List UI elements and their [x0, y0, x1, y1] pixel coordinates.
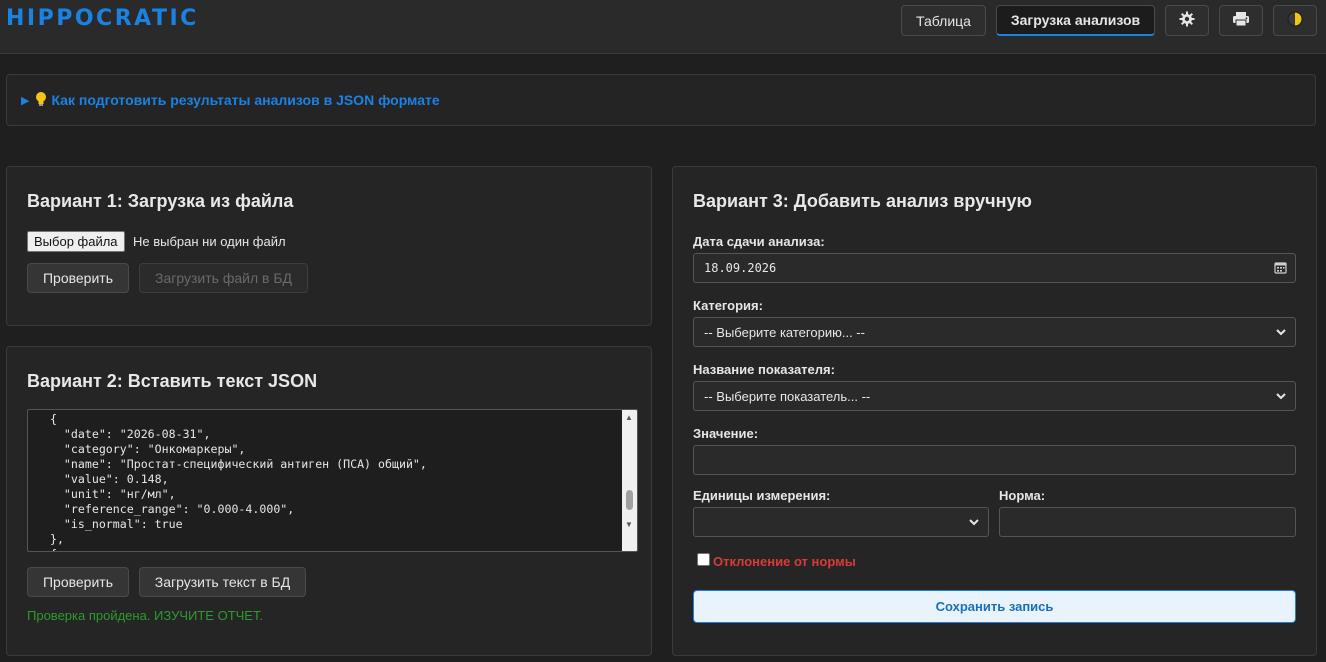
deviation-label[interactable]: Отклонение от нормы	[713, 554, 856, 569]
lightbulb-icon	[35, 91, 47, 110]
unit-label: Единицы измерения:	[693, 488, 831, 503]
scroll-thumb[interactable]	[626, 490, 633, 510]
norm-label: Норма:	[999, 488, 1046, 503]
unit-select[interactable]	[693, 507, 989, 537]
settings-button[interactable]	[1165, 5, 1209, 36]
file-status: Не выбран ни один файл	[133, 234, 286, 249]
chevron-down-icon	[1275, 390, 1287, 405]
chevron-down-icon	[968, 516, 980, 531]
tab-upload-analyses[interactable]: Загрузка анализов	[996, 5, 1155, 36]
json-text: { "date": "2026-08-31", "category": "Онк…	[49, 412, 427, 551]
indicator-label: Название показателя:	[693, 362, 835, 377]
app-logo: HIPPOCRATIC	[6, 6, 199, 31]
calendar-icon[interactable]	[1274, 261, 1287, 277]
check-file-button[interactable]: Проверить	[27, 263, 129, 293]
tab-table[interactable]: Таблица	[901, 5, 986, 36]
indicator-selected-value: -- Выберите показатель... --	[704, 388, 871, 404]
deviation-checkbox[interactable]	[697, 553, 710, 566]
json-textarea[interactable]: { "date": "2026-08-31", "category": "Онк…	[27, 409, 638, 552]
upload-json-button[interactable]: Загрузить текст в БД	[139, 567, 306, 597]
category-selected-value: -- Выберите категорию... --	[704, 324, 865, 340]
printer-icon	[1232, 11, 1250, 30]
validation-status: Проверка пройдена. ИЗУЧИТЕ ОТЧЕТ.	[27, 608, 264, 623]
json-format-hint-toggle[interactable]: ▶ Как подготовить результаты анализов в …	[6, 74, 1316, 126]
chevron-down-icon	[1275, 326, 1287, 341]
category-select[interactable]: -- Выберите категорию... --	[693, 317, 1296, 347]
indicator-select[interactable]: -- Выберите показатель... --	[693, 381, 1296, 411]
value-input[interactable]	[693, 445, 1296, 475]
save-record-button[interactable]: Сохранить запись	[693, 590, 1296, 623]
date-value: 18.09.2026	[704, 261, 777, 275]
variant1-card: Вариант 1: Загрузка из файла Выбор файла…	[6, 166, 652, 326]
value-label: Значение:	[693, 426, 759, 441]
theme-toggle-button[interactable]	[1273, 5, 1317, 36]
expand-triangle-icon: ▶	[21, 94, 30, 107]
variant2-card: Вариант 2: Вставить текст JSON { "date":…	[6, 346, 652, 656]
variant1-title: Вариант 1: Загрузка из файла	[27, 191, 294, 211]
scroll-up-icon[interactable]: ▲	[625, 413, 633, 422]
category-label: Категория:	[693, 298, 763, 313]
gear-icon	[1179, 11, 1195, 30]
check-json-button[interactable]: Проверить	[27, 567, 129, 597]
upload-file-button[interactable]: Загрузить файл в БД	[139, 263, 308, 293]
scroll-down-icon[interactable]: ▼	[625, 520, 633, 529]
theme-toggle-icon	[1287, 11, 1303, 30]
variant3-title: Вариант 3: Добавить анализ вручную	[693, 191, 1032, 211]
variant2-title: Вариант 2: Вставить текст JSON	[27, 371, 318, 391]
variant3-card: Вариант 3: Добавить анализ вручную Дата …	[672, 166, 1317, 656]
print-button[interactable]	[1219, 5, 1263, 36]
norm-input[interactable]	[999, 507, 1296, 537]
top-bar: HIPPOCRATIC Таблица Загрузка анализов	[0, 0, 1326, 54]
choose-file-button[interactable]: Выбор файла	[27, 231, 125, 252]
hint-text: Как подготовить результаты анализов в JS…	[51, 92, 440, 108]
json-scrollbar[interactable]: ▲ ▼	[622, 410, 637, 551]
date-label: Дата сдачи анализа:	[693, 234, 825, 249]
date-input[interactable]: 18.09.2026	[693, 253, 1296, 283]
